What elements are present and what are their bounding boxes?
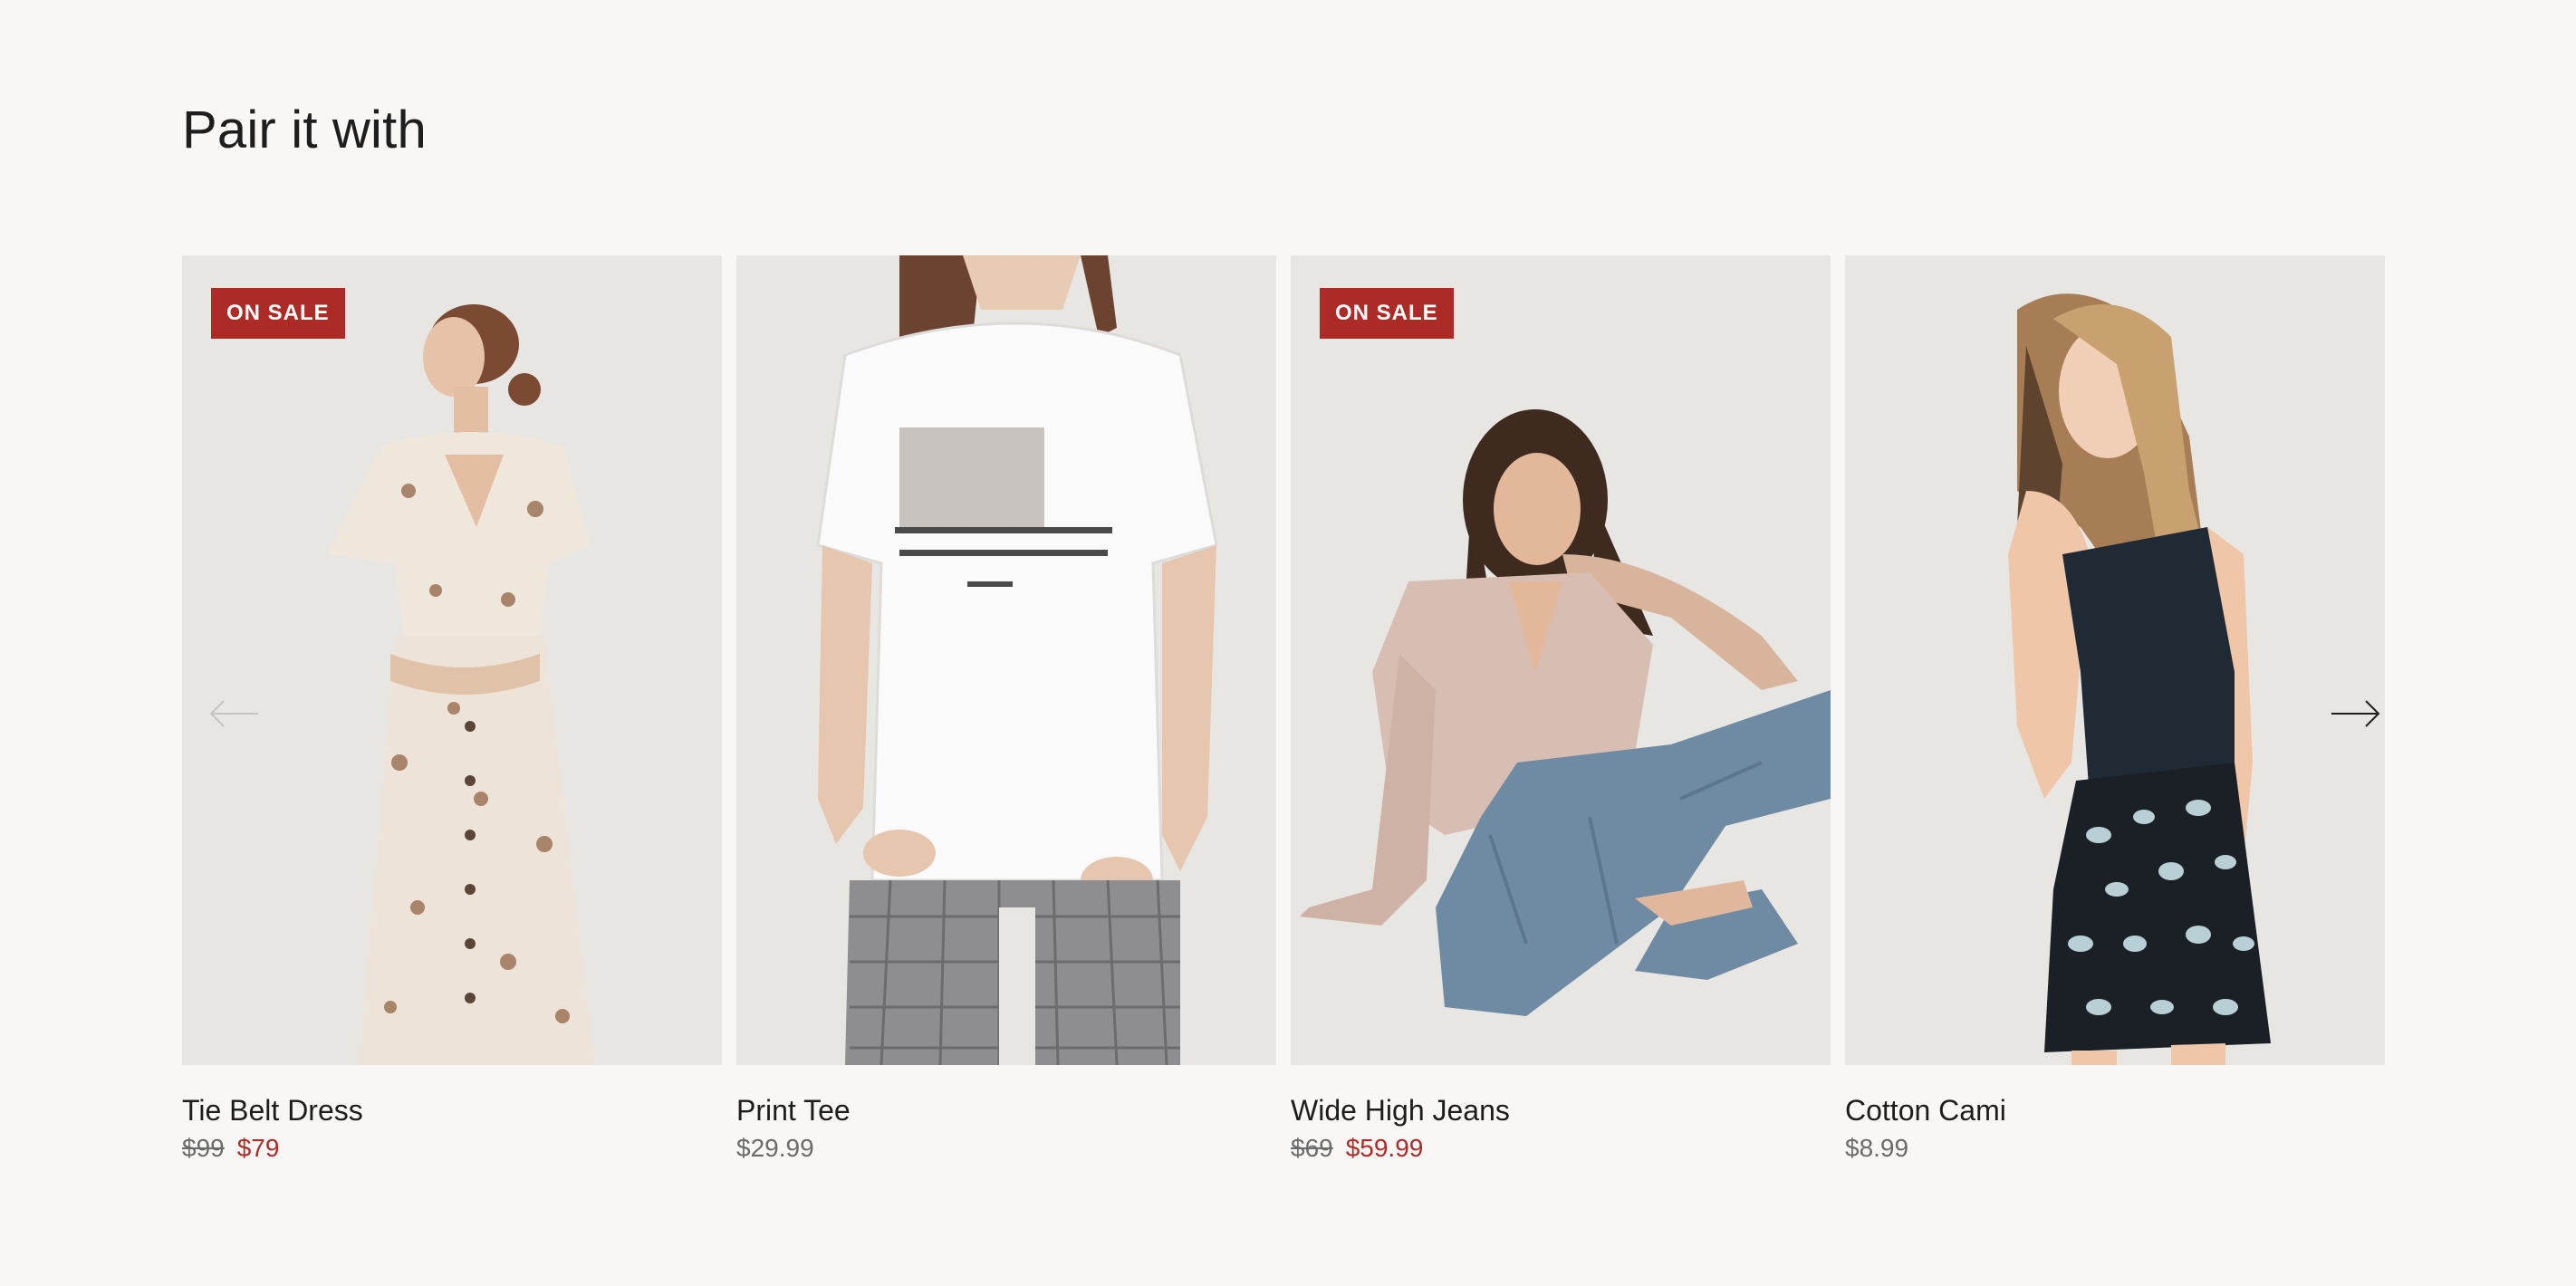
product-card-wide-high-jeans[interactable]: ON SALE Wide High Jeans $69 $59.99	[1291, 255, 1831, 1179]
original-price: $69	[1291, 1134, 1333, 1162]
product-image[interactable]: ON SALE	[182, 255, 722, 1065]
product-name[interactable]: Tie Belt Dress	[182, 1092, 722, 1128]
regular-price: $8.99	[1845, 1134, 1909, 1162]
product-card-cotton-cami[interactable]: Cotton Cami $8.99	[1845, 255, 2385, 1179]
product-name[interactable]: Wide High Jeans	[1291, 1092, 1831, 1128]
original-price: $99	[182, 1134, 225, 1162]
sale-badge: ON SALE	[1320, 288, 1454, 339]
sale-price: $59.99	[1345, 1134, 1424, 1162]
regular-price: $29.99	[736, 1134, 814, 1162]
sale-price: $79	[236, 1134, 280, 1162]
product-name[interactable]: Cotton Cami	[1845, 1092, 2385, 1128]
product-name[interactable]: Print Tee	[736, 1092, 1276, 1128]
product-image[interactable]	[736, 255, 1276, 1065]
product-card-tie-belt-dress[interactable]: ON SALE Tie Belt Dress $99 $79	[182, 255, 722, 1179]
jeans-model-image	[1300, 409, 1831, 1016]
section-title: Pair it with	[182, 101, 427, 159]
sale-badge: ON SALE	[211, 288, 345, 339]
carousel-prev-button[interactable]	[207, 696, 262, 732]
floral-dress-model-image	[327, 304, 594, 1065]
carousel-next-button[interactable]	[2328, 696, 2382, 732]
arrow-right-icon	[2331, 700, 2380, 727]
product-image[interactable]	[1845, 255, 2385, 1065]
product-price: $8.99	[1845, 1132, 2385, 1165]
product-price: $29.99	[736, 1132, 1276, 1165]
product-card-print-tee[interactable]: Print Tee $29.99	[736, 255, 1276, 1179]
arrow-left-icon	[209, 700, 258, 727]
product-carousel: ON SALE Tie Belt Dress $99 $79 Print Tee…	[182, 255, 2385, 1179]
white-tee-model-image	[816, 255, 1218, 1065]
product-price: $69 $59.99	[1291, 1132, 1831, 1165]
product-price: $99 $79	[182, 1132, 722, 1165]
cami-model-image	[2008, 293, 2271, 1065]
product-image[interactable]: ON SALE	[1291, 255, 1831, 1065]
